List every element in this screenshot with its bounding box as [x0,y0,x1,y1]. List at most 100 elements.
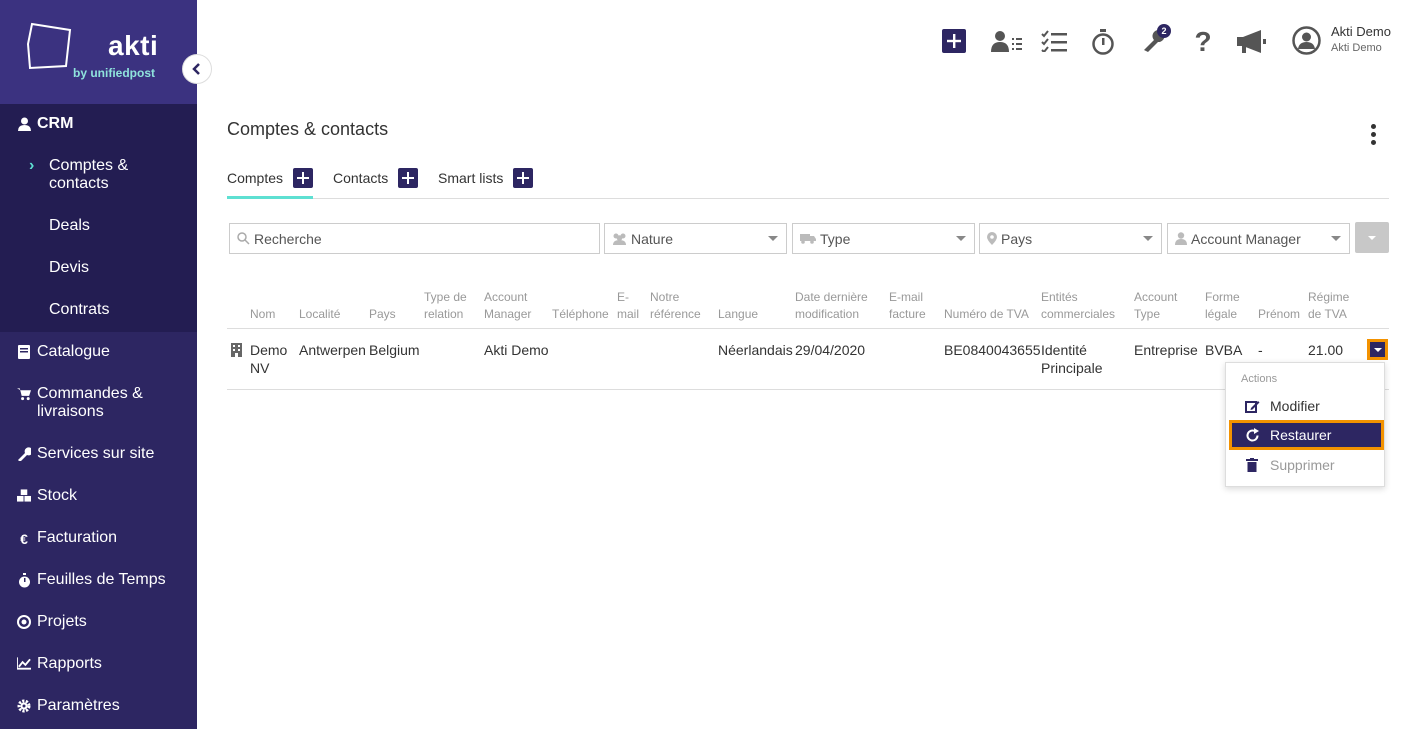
add-smart-list-button[interactable] [513,168,534,188]
tab-comptes[interactable]: Comptes [227,166,313,199]
more-options-button[interactable] [1366,124,1380,150]
add-compte-button[interactable] [293,168,313,188]
question-icon: ? [1194,26,1212,57]
account-manager-select[interactable]: Account Manager [1167,223,1350,254]
sidebar-item-stock[interactable]: Stock [0,487,197,505]
chevron-down-icon [1331,236,1341,241]
sidebar-item-rapports[interactable]: Rapports [0,655,197,673]
pays-select[interactable]: Pays [979,223,1162,254]
menu-item-label: Supprimer [1270,457,1335,473]
add-button[interactable] [942,29,966,53]
chevron-down-icon [768,236,778,241]
sidebar-item-deals[interactable]: Deals [49,217,90,235]
menu-item-label: Modifier [1270,398,1320,414]
restaurer-menu-item[interactable]: Restaurer [1229,420,1384,450]
nature-select[interactable]: Nature [604,223,787,254]
sidebar-item-contrats[interactable]: Contrats [49,301,109,319]
sidebar-item-facturation[interactable]: € Facturation [0,529,197,547]
cell-nom[interactable]: Demo NV [250,341,287,377]
chevron-right-icon: › [29,157,35,174]
column-header-entites[interactable]: Entités commerciales [1041,289,1115,323]
nature-value: Nature [631,230,674,247]
sidebar-item-parametres[interactable]: Paramètres [0,697,197,715]
row-actions-button[interactable] [1367,339,1388,360]
chevron-down-icon [1143,236,1153,241]
search-placeholder: Recherche [254,230,322,247]
column-header-localite[interactable]: Localité [299,306,340,323]
chevron-down-icon [1374,348,1382,352]
type-select[interactable]: Type [792,223,975,254]
user-company: Akti Demo [1331,42,1382,54]
column-header-account-type[interactable]: Account Type [1134,289,1177,323]
user-icon [17,117,31,131]
wrench-icon [17,447,31,461]
cell-account-manager: Akti Demo [484,342,549,358]
sidebar: akti by unifiedpost CRM › Comptes & cont… [0,0,212,729]
sidebar-item-label: Commandes & livraisons [37,385,143,420]
sidebar-item-crm[interactable]: CRM [0,115,197,133]
column-header-regime-tva[interactable]: Régime de TVA [1308,289,1349,323]
modifier-menu-item[interactable]: Modifier [1226,391,1384,421]
tab-smart-lists[interactable]: Smart lists [438,166,534,199]
sidebar-item-feuilles-temps[interactable]: Feuilles de Temps [0,571,197,589]
notification-badge: 2 [1157,24,1171,38]
tasks-button[interactable] [1040,28,1068,54]
timer-button[interactable] [1090,28,1116,56]
book-icon [17,345,31,359]
divider [227,389,1389,390]
actions-dropdown: Actions Modifier Restaurer Supprimer [1225,362,1385,487]
column-header-prenom[interactable]: Prénom [1258,306,1300,323]
chevron-down-icon [1368,236,1376,240]
column-header-nom[interactable]: Nom [250,306,275,323]
sidebar-item-comptes-contacts[interactable]: Comptes & contacts [49,157,128,193]
column-header-email-facture[interactable]: E-mail facture [889,289,926,323]
contacts-list-button[interactable] [990,28,1024,54]
plus-icon [297,172,310,184]
tab-label: Contacts [333,170,389,186]
cell-regime-tva: 21.00 [1308,342,1344,358]
column-header-email[interactable]: E- mail [617,289,639,323]
announcements-button[interactable] [1236,28,1268,56]
column-header-langue[interactable]: Langue [718,306,758,323]
cell-date-modif: 29/04/2020 [795,342,866,358]
user-name[interactable]: Akti Demo [1331,24,1391,39]
sidebar-item-services[interactable]: Services sur site [0,445,197,463]
services-button[interactable]: 2 [1139,24,1171,54]
menu-item-label: Restaurer [1270,427,1332,443]
gear-icon [17,699,31,713]
column-header-type-relation[interactable]: Type de relation [424,289,467,323]
column-header-forme-legale[interactable]: Forme légale [1205,289,1240,323]
more-filters-button[interactable] [1355,222,1389,253]
sidebar-item-commandes[interactable]: Commandes & livraisons [0,385,197,421]
tasks-icon [1041,30,1067,52]
stopwatch-icon [1092,29,1114,55]
cell-prenom: - [1258,342,1263,358]
brand-sub: by unifiedpost [73,66,155,80]
plus-icon [947,34,961,48]
column-header-telephone[interactable]: Téléphone [552,306,609,323]
column-header-notre-reference[interactable]: Notre référence [650,289,701,323]
type-value: Type [820,230,851,247]
plus-icon [402,172,415,184]
user-menu-button[interactable] [1291,25,1321,55]
sidebar-item-devis[interactable]: Devis [49,259,89,277]
add-contact-button[interactable] [398,168,419,188]
user-avatar-icon [1291,25,1321,55]
sidebar-item-catalogue[interactable]: Catalogue [0,343,197,361]
trash-icon [1244,458,1260,472]
refresh-icon [1244,427,1260,443]
sidebar-item-label: Feuilles de Temps [37,571,166,588]
column-header-date-modif[interactable]: Date dernière modification [795,289,868,323]
sidebar-item-label: Catalogue [37,343,110,360]
search-input[interactable]: Recherche [229,223,600,254]
logo[interactable]: akti by unifiedpost [0,0,197,104]
supprimer-menu-item[interactable]: Supprimer [1226,450,1384,480]
column-header-pays[interactable]: Pays [369,306,396,323]
column-header-tva[interactable]: Numéro de TVA [944,306,1029,323]
sidebar-item-projets[interactable]: Projets [0,613,197,631]
user-icon [1175,232,1187,245]
help-button[interactable]: ? [1193,26,1213,57]
column-header-account-manager[interactable]: Account Manager [484,289,531,323]
tab-contacts[interactable]: Contacts [333,166,419,199]
collapse-sidebar-button[interactable] [182,54,212,84]
